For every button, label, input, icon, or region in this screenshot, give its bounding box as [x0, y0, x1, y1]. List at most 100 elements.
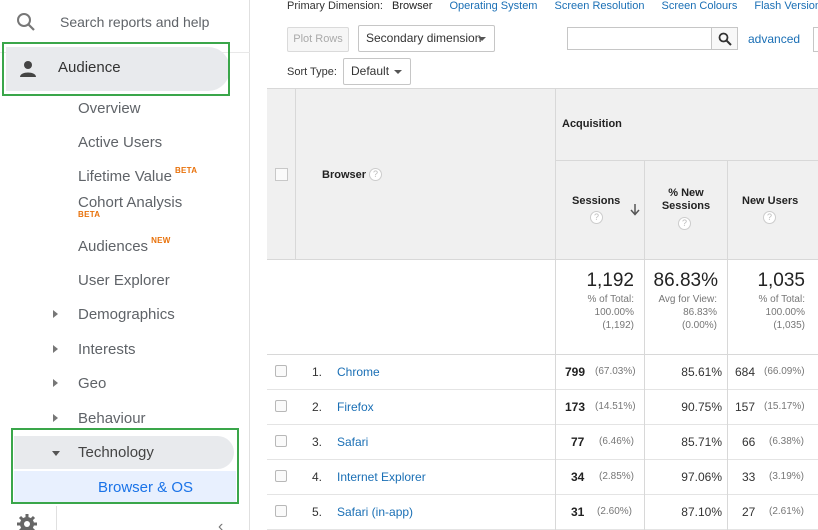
browser-column-header[interactable]: Browser: [322, 169, 366, 182]
advanced-link[interactable]: advanced: [748, 32, 800, 46]
expand-arrow-icon[interactable]: [53, 414, 58, 422]
browser-link[interactable]: Safari: [337, 435, 368, 449]
new-users-pct: (6.38%): [769, 436, 805, 447]
expand-arrow-icon[interactable]: [53, 379, 58, 387]
sidebar-item-technology[interactable]: Technology: [78, 444, 154, 461]
secondary-dimension-label: Secondary dimension: [366, 31, 482, 45]
collapse-sidebar-icon[interactable]: ‹: [218, 518, 223, 530]
table-row: 1. Chrome 799 (67.03%) 85.61% 684 (66.09…: [267, 355, 818, 390]
dimension-screen-resolution[interactable]: Screen Resolution: [555, 0, 645, 12]
new-sessions-value: 85.61%: [681, 365, 722, 379]
table-row: 2. Firefox 173 (14.51%) 90.75% 157 (15.1…: [267, 390, 818, 425]
dimension-browser[interactable]: Browser: [392, 0, 432, 12]
sidebar-item-overview[interactable]: Overview: [78, 100, 141, 117]
table-search-input[interactable]: [567, 27, 712, 50]
total-new-sessions-diff: (0.00%): [681, 320, 717, 331]
sidebar-item-behaviour[interactable]: Behaviour: [78, 410, 146, 427]
browser-link[interactable]: Chrome: [337, 365, 380, 379]
sidebar-item-lifetime-value[interactable]: Lifetime Value BETA: [78, 166, 198, 185]
row-checkbox[interactable]: [275, 400, 287, 412]
total-new-users-pct: 100.00%: [765, 307, 805, 318]
sort-type-dropdown[interactable]: Default: [343, 58, 411, 85]
sessions-pct: (2.85%): [599, 471, 635, 482]
table-header: Browser ? Acquisition Sessions ? % New S…: [267, 88, 818, 261]
sidebar-search[interactable]: Search reports and help: [0, 0, 236, 44]
total-new-users: 1,035: [757, 270, 805, 291]
table-row: 5. Safari (in-app) 31 (2.60%) 87.10% 27 …: [267, 495, 818, 530]
select-all-checkbox[interactable]: [275, 168, 288, 181]
sidebar-item-label: Lifetime Value: [78, 168, 172, 185]
table-row: 3. Safari 77 (6.46%) 85.71% 66 (6.38%): [267, 425, 818, 460]
secondary-dimension-dropdown[interactable]: Secondary dimension: [358, 25, 495, 52]
sessions-column-header[interactable]: Sessions: [572, 195, 620, 208]
view-toggle-button[interactable]: [813, 27, 818, 52]
dimension-flash-version[interactable]: Flash Version: [754, 0, 818, 12]
sessions-value: 34: [571, 470, 585, 484]
new-users-value: 157: [735, 400, 756, 414]
sessions-pct: (6.46%): [599, 436, 635, 447]
expand-arrow-icon[interactable]: [53, 310, 58, 318]
sidebar: Search reports and help Audience Overvie…: [0, 0, 250, 530]
new-sessions-value: 97.06%: [681, 470, 722, 484]
browser-link[interactable]: Firefox: [337, 400, 374, 414]
divider: [56, 506, 57, 530]
total-new-users-label: % of Total:: [758, 294, 805, 305]
new-users-pct: (2.61%): [769, 506, 805, 517]
collapse-arrow-icon[interactable]: [52, 451, 60, 456]
plot-rows-button[interactable]: Plot Rows: [287, 27, 349, 52]
row-checkbox[interactable]: [275, 470, 287, 482]
sidebar-item-audiences[interactable]: Audiences NEW: [78, 236, 171, 255]
sidebar-item-active-users[interactable]: Active Users: [78, 134, 162, 151]
total-sessions-pct: 100.00%: [594, 307, 634, 318]
expand-arrow-icon[interactable]: [53, 345, 58, 353]
browser-link[interactable]: Internet Explorer: [337, 470, 426, 484]
total-new-users-count: (1,035): [773, 320, 805, 331]
search-icon: [718, 32, 732, 46]
help-icon[interactable]: ?: [678, 217, 691, 230]
browser-link[interactable]: Safari (in-app): [337, 505, 413, 519]
new-users-value: 27: [742, 505, 756, 519]
main-content: Primary Dimension: Browser Operating Sys…: [250, 0, 818, 530]
dimension-screen-colours[interactable]: Screen Colours: [662, 0, 738, 12]
sidebar-item-demographics[interactable]: Demographics: [78, 306, 175, 323]
row-checkbox[interactable]: [275, 505, 287, 517]
row-checkbox[interactable]: [275, 435, 287, 447]
gear-icon[interactable]: [16, 513, 38, 530]
help-icon[interactable]: ?: [590, 211, 603, 224]
dimension-operating-system[interactable]: Operating System: [449, 0, 537, 12]
sidebar-item-audience[interactable]: Audience: [6, 47, 230, 91]
new-users-pct: (3.19%): [769, 471, 805, 482]
help-icon[interactable]: ?: [763, 211, 776, 224]
row-checkbox[interactable]: [275, 365, 287, 377]
new-sessions-column-header[interactable]: % New Sessions: [655, 187, 717, 213]
beta-badge: BETA: [78, 210, 101, 219]
sessions-value: 31: [571, 505, 585, 519]
sessions-value: 173: [565, 400, 586, 414]
total-sessions-label: % of Total:: [587, 294, 634, 305]
sidebar-item-browser-os[interactable]: Browser & OS: [98, 479, 193, 496]
new-sessions-value: 87.10%: [681, 505, 722, 519]
sidebar-item-label: Audiences: [78, 238, 149, 255]
table-search-button[interactable]: [711, 27, 738, 50]
sidebar-item-label: Audience: [58, 59, 121, 76]
new-users-value: 66: [742, 435, 756, 449]
sidebar-item-cohort-analysis[interactable]: Cohort Analysis: [78, 194, 182, 211]
beta-badge: BETA: [174, 166, 198, 175]
sort-descending-icon[interactable]: [630, 204, 640, 216]
sidebar-item-interests[interactable]: Interests: [78, 341, 136, 358]
sidebar-item-user-explorer[interactable]: User Explorer: [78, 272, 170, 289]
totals-row: 1,192 % of Total: 100.00% (1,192) 86.83%…: [267, 260, 818, 355]
row-number: 3.: [312, 435, 323, 449]
row-number: 2.: [312, 400, 323, 414]
help-icon[interactable]: ?: [369, 168, 382, 181]
total-sessions-count: (1,192): [602, 320, 634, 331]
chevron-down-icon: [394, 70, 402, 74]
new-users-column-header[interactable]: New Users: [742, 195, 798, 208]
new-sessions-value: 85.71%: [681, 435, 722, 449]
sidebar-item-geo[interactable]: Geo: [78, 375, 106, 392]
total-new-sessions: 86.83%: [653, 270, 718, 291]
new-users-value: 33: [742, 470, 756, 484]
new-badge: NEW: [151, 236, 171, 245]
total-sessions: 1,192: [586, 270, 634, 291]
sessions-value: 77: [571, 435, 585, 449]
